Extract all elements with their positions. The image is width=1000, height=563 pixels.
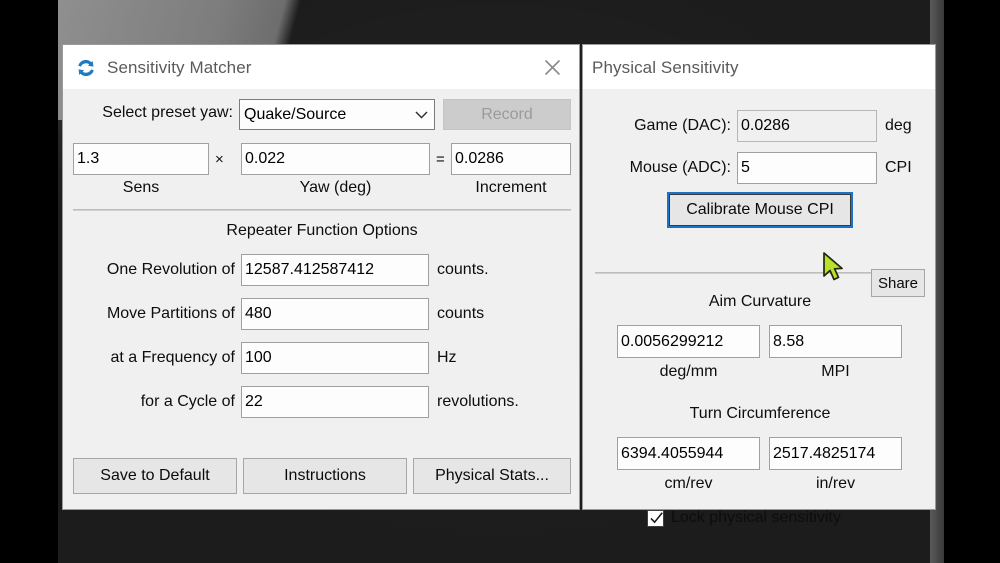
- game-dac-unit: deg: [885, 117, 912, 134]
- yaw-input[interactable]: 0.022: [241, 143, 430, 175]
- game-dac-label: Game (DAC):: [634, 117, 731, 134]
- turn-circumference-inrev-value: 2517.4825174: [773, 445, 876, 462]
- aim-curvature-degmm-input[interactable]: 0.0056299212: [617, 325, 760, 358]
- instructions-button[interactable]: Instructions: [243, 458, 407, 494]
- one-revolution-value: 12587.412587412: [245, 262, 375, 278]
- sensitivity-matcher-window: Sensitivity Matcher Select preset yaw: Q…: [62, 44, 580, 510]
- aim-curvature-heading: Aim Curvature: [708, 293, 812, 310]
- screen: Sensitivity Matcher Select preset yaw: Q…: [0, 0, 1000, 563]
- turn-circumference-inrev-input[interactable]: 2517.4825174: [769, 437, 902, 470]
- yaw-caption: Yaw (deg): [299, 179, 372, 196]
- right-window-body: Game (DAC): 0.0286 deg Mouse (ADC): 5 CP…: [583, 89, 935, 527]
- mouse-adc-input[interactable]: 5: [737, 152, 877, 184]
- right-window-titlebar: Physical Sensitivity: [583, 45, 935, 89]
- lock-physical-sensitivity-row[interactable]: Lock physical sensitivity: [647, 509, 841, 527]
- move-partitions-value: 480: [245, 306, 272, 322]
- sens-input[interactable]: 1.3: [73, 143, 209, 175]
- cycle-unit: revolutions.: [437, 393, 519, 410]
- chevron-down-icon: [412, 110, 430, 119]
- move-partitions-label: Move Partitions of: [106, 305, 235, 322]
- one-revolution-label: One Revolution of: [106, 261, 235, 278]
- right-window-title: Physical Sensitivity: [592, 58, 739, 77]
- cycle-label: for a Cycle of: [140, 393, 235, 410]
- lock-physical-sensitivity-label: Lock physical sensitivity: [671, 509, 841, 526]
- sens-input-value: 1.3: [77, 151, 100, 167]
- aim-curvature-mpi-input[interactable]: 8.58: [769, 325, 902, 358]
- move-partitions-input[interactable]: 480: [241, 298, 429, 330]
- physical-sensitivity-window: Physical Sensitivity Game (DAC): 0.0286 …: [582, 44, 936, 527]
- cycle-input[interactable]: 22: [241, 386, 429, 418]
- preset-yaw-select[interactable]: Quake/Source: [239, 99, 435, 130]
- sens-caption: Sens: [122, 179, 160, 196]
- multiply-symbol: ×: [215, 151, 224, 168]
- left-window-titlebar: Sensitivity Matcher: [63, 45, 579, 89]
- frequency-value: 100: [245, 350, 272, 366]
- checkbox-checked-icon[interactable]: [647, 509, 664, 527]
- left-window-body: Select preset yaw: Quake/Source Record 1…: [63, 89, 579, 509]
- calibrate-mouse-cpi-button[interactable]: Calibrate Mouse CPI: [669, 194, 851, 226]
- turn-circumference-heading: Turn Circumference: [689, 405, 831, 422]
- left-window-title: Sensitivity Matcher: [107, 58, 252, 77]
- turn-circumference-cmrev-value: 6394.4055944: [621, 445, 724, 462]
- equals-symbol: =: [436, 151, 445, 168]
- one-revolution-input[interactable]: 12587.412587412: [241, 254, 429, 286]
- close-icon[interactable]: [529, 52, 575, 82]
- aim-curvature-mpi-caption: MPI: [821, 363, 850, 380]
- section-divider: [73, 209, 571, 211]
- increment-input[interactable]: 0.0286: [451, 143, 571, 175]
- record-button[interactable]: Record: [443, 99, 571, 130]
- turn-circumference-cmrev-input[interactable]: 6394.4055944: [617, 437, 760, 470]
- preset-yaw-label: Select preset yaw:: [102, 104, 233, 121]
- cycle-value: 22: [245, 394, 263, 410]
- aim-curvature-mpi-value: 8.58: [773, 333, 805, 350]
- physical-stats-button[interactable]: Physical Stats...: [413, 458, 571, 494]
- move-partitions-unit: counts: [437, 305, 485, 322]
- frequency-input[interactable]: 100: [241, 342, 429, 374]
- refresh-sync-icon: [75, 57, 97, 79]
- repeater-heading: Repeater Function Options: [226, 222, 418, 239]
- one-revolution-unit: counts.: [437, 261, 489, 278]
- game-dac-input[interactable]: 0.0286: [737, 110, 877, 142]
- yaw-input-value: 0.022: [245, 151, 286, 167]
- save-to-default-button[interactable]: Save to Default: [73, 458, 237, 494]
- preset-yaw-value: Quake/Source: [244, 105, 347, 123]
- increment-caption: Increment: [475, 179, 547, 196]
- aim-curvature-degmm-value: 0.0056299212: [621, 333, 724, 350]
- mouse-adc-value: 5: [741, 160, 750, 176]
- aim-curvature-degmm-caption: deg/mm: [659, 363, 718, 380]
- frequency-label: at a Frequency of: [110, 349, 235, 366]
- mouse-adc-label: Mouse (ADC):: [629, 159, 731, 176]
- turn-circumference-inrev-caption: in/rev: [815, 475, 856, 492]
- mouse-adc-unit: CPI: [885, 159, 912, 176]
- frequency-unit: Hz: [437, 349, 457, 366]
- increment-input-value: 0.0286: [455, 151, 504, 167]
- turn-circumference-cmrev-caption: cm/rev: [664, 475, 713, 492]
- game-dac-value: 0.0286: [741, 118, 790, 134]
